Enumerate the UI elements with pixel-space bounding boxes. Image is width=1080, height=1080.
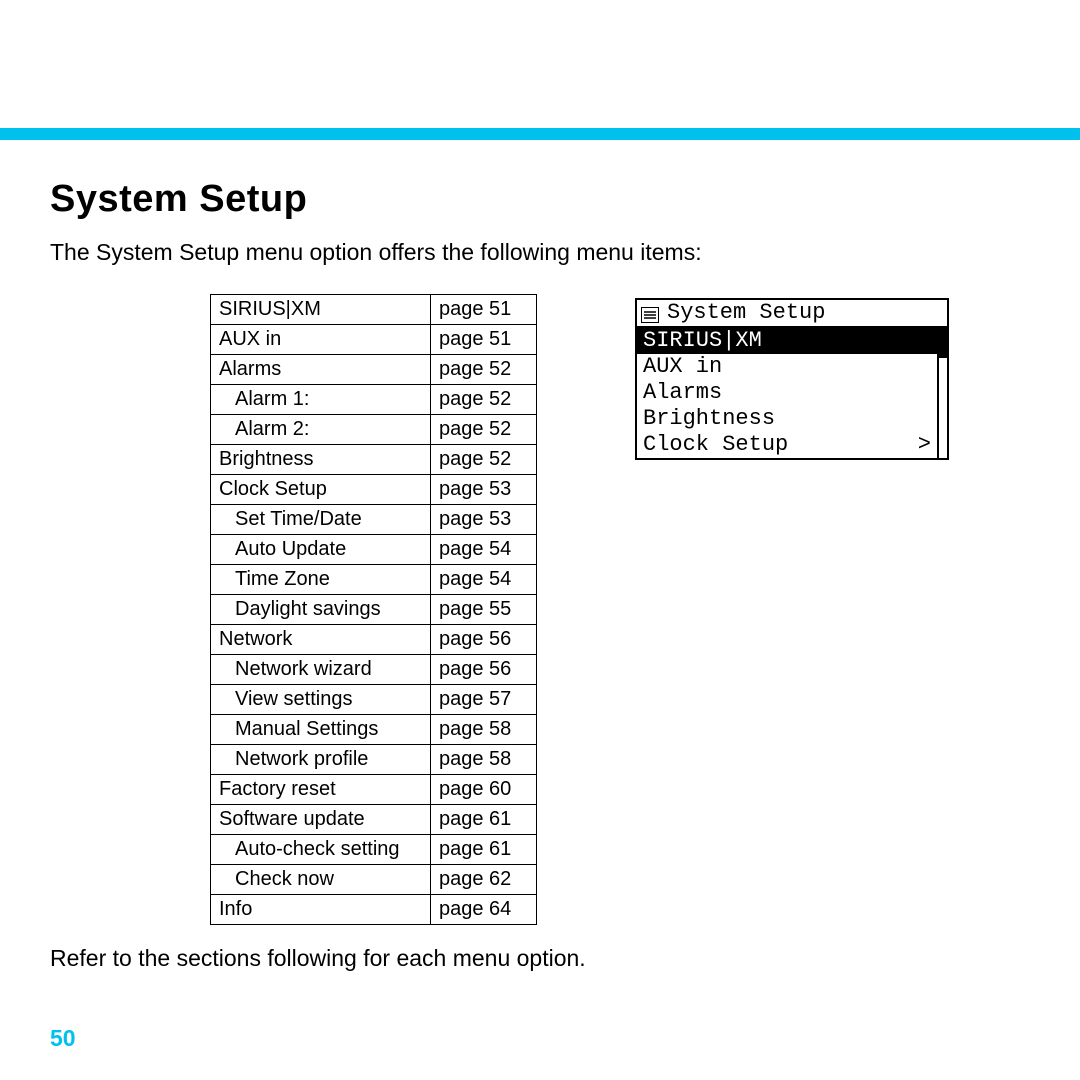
menu-item-label: Daylight savings <box>211 595 431 625</box>
table-row: Networkpage 56 <box>211 625 537 655</box>
table-row: Set Time/Datepage 53 <box>211 505 537 535</box>
menu-item-page: page 61 <box>431 835 537 865</box>
table-row: Alarmspage 52 <box>211 355 537 385</box>
menu-item-page: page 51 <box>431 325 537 355</box>
table-row: SIRIUS|XMpage 51 <box>211 295 537 325</box>
lcd-screenshot: System Setup SIRIUS|XMAUX inAlarmsBright… <box>635 298 949 460</box>
lcd-item-label: SIRIUS|XM <box>643 328 762 354</box>
table-row: Auto Updatepage 54 <box>211 535 537 565</box>
menu-item-label: Network profile <box>211 745 431 775</box>
menu-item-label: AUX in <box>211 325 431 355</box>
menu-item-page: page 54 <box>431 565 537 595</box>
menu-item-label: Brightness <box>211 445 431 475</box>
menu-item-page: page 56 <box>431 655 537 685</box>
menu-item-label: Software update <box>211 805 431 835</box>
lcd-item-suffix: > <box>918 432 931 458</box>
content-area: System Setup The System Setup menu optio… <box>50 178 1030 1000</box>
table-row: Factory resetpage 60 <box>211 775 537 805</box>
menu-item-label: Auto Update <box>211 535 431 565</box>
lcd-body: SIRIUS|XMAUX inAlarmsBrightnessClock Set… <box>637 328 947 458</box>
menu-item-label: Set Time/Date <box>211 505 431 535</box>
menu-item-label: Auto-check setting <box>211 835 431 865</box>
menu-item-page: page 62 <box>431 865 537 895</box>
table-row: View settingspage 57 <box>211 685 537 715</box>
menu-table-wrap: SIRIUS|XMpage 51AUX inpage 51Alarmspage … <box>210 294 537 925</box>
header-accent-bar <box>0 128 1080 140</box>
lcd-header-title: System Setup <box>667 300 825 326</box>
table-row: Daylight savingspage 55 <box>211 595 537 625</box>
lcd-menu-item: Brightness <box>637 406 937 432</box>
lcd-header: System Setup <box>637 300 947 328</box>
table-row: Network wizardpage 56 <box>211 655 537 685</box>
table-row: Software updatepage 61 <box>211 805 537 835</box>
menu-item-page: page 64 <box>431 895 537 925</box>
menu-item-page: page 58 <box>431 715 537 745</box>
table-row: Infopage 64 <box>211 895 537 925</box>
menu-index-table: SIRIUS|XMpage 51AUX inpage 51Alarmspage … <box>210 294 537 925</box>
menu-item-page: page 54 <box>431 535 537 565</box>
menu-item-page: page 53 <box>431 505 537 535</box>
intro-text: The System Setup menu option offers the … <box>50 239 1030 266</box>
menu-item-label: Alarms <box>211 355 431 385</box>
table-row: Check nowpage 62 <box>211 865 537 895</box>
lcd-screen: System Setup SIRIUS|XMAUX inAlarmsBright… <box>635 298 949 460</box>
menu-item-page: page 52 <box>431 385 537 415</box>
lcd-menu-item: Alarms <box>637 380 937 406</box>
menu-item-label: Info <box>211 895 431 925</box>
menu-item-label: Manual Settings <box>211 715 431 745</box>
lcd-menu-item: Clock Setup > <box>637 432 937 458</box>
menu-item-page: page 52 <box>431 415 537 445</box>
lcd-menu-item: AUX in <box>637 354 937 380</box>
lcd-item-label: AUX in <box>643 354 722 380</box>
menu-item-page: page 56 <box>431 625 537 655</box>
table-row: AUX inpage 51 <box>211 325 537 355</box>
menu-item-page: page 55 <box>431 595 537 625</box>
page-root: System Setup The System Setup menu optio… <box>0 0 1080 1080</box>
menu-item-label: Time Zone <box>211 565 431 595</box>
outro-text: Refer to the sections following for each… <box>50 945 1030 972</box>
menu-item-page: page 57 <box>431 685 537 715</box>
menu-item-label: Alarm 1: <box>211 385 431 415</box>
table-row: Time Zonepage 54 <box>211 565 537 595</box>
page-number: 50 <box>50 1025 76 1052</box>
menu-item-page: page 60 <box>431 775 537 805</box>
table-row: Auto-check settingpage 61 <box>211 835 537 865</box>
menu-item-page: page 52 <box>431 445 537 475</box>
table-row: Brightnesspage 52 <box>211 445 537 475</box>
menu-item-label: SIRIUS|XM <box>211 295 431 325</box>
menu-item-page: page 51 <box>431 295 537 325</box>
menu-item-label: Network wizard <box>211 655 431 685</box>
menu-item-page: page 61 <box>431 805 537 835</box>
menu-item-page: page 52 <box>431 355 537 385</box>
menu-item-label: Clock Setup <box>211 475 431 505</box>
table-row: Alarm 1:page 52 <box>211 385 537 415</box>
lcd-item-label: Alarms <box>643 380 722 406</box>
table-row: Clock Setuppage 53 <box>211 475 537 505</box>
menu-item-label: View settings <box>211 685 431 715</box>
lcd-item-label: Brightness <box>643 406 775 432</box>
table-row: Manual Settingspage 58 <box>211 715 537 745</box>
menu-item-page: page 53 <box>431 475 537 505</box>
page-title: System Setup <box>50 178 1030 221</box>
lcd-scrollbar-thumb <box>939 328 947 358</box>
lcd-item-label: Clock Setup <box>643 432 788 458</box>
menu-item-label: Check now <box>211 865 431 895</box>
menu-item-label: Factory reset <box>211 775 431 805</box>
menu-item-page: page 58 <box>431 745 537 775</box>
lcd-scrollbar-track <box>937 328 947 458</box>
menu-item-label: Alarm 2: <box>211 415 431 445</box>
list-icon <box>641 305 659 321</box>
menu-item-label: Network <box>211 625 431 655</box>
table-row: Network profilepage 58 <box>211 745 537 775</box>
two-column-layout: SIRIUS|XMpage 51AUX inpage 51Alarmspage … <box>50 294 1030 925</box>
table-row: Alarm 2:page 52 <box>211 415 537 445</box>
lcd-menu-item: SIRIUS|XM <box>637 328 937 354</box>
